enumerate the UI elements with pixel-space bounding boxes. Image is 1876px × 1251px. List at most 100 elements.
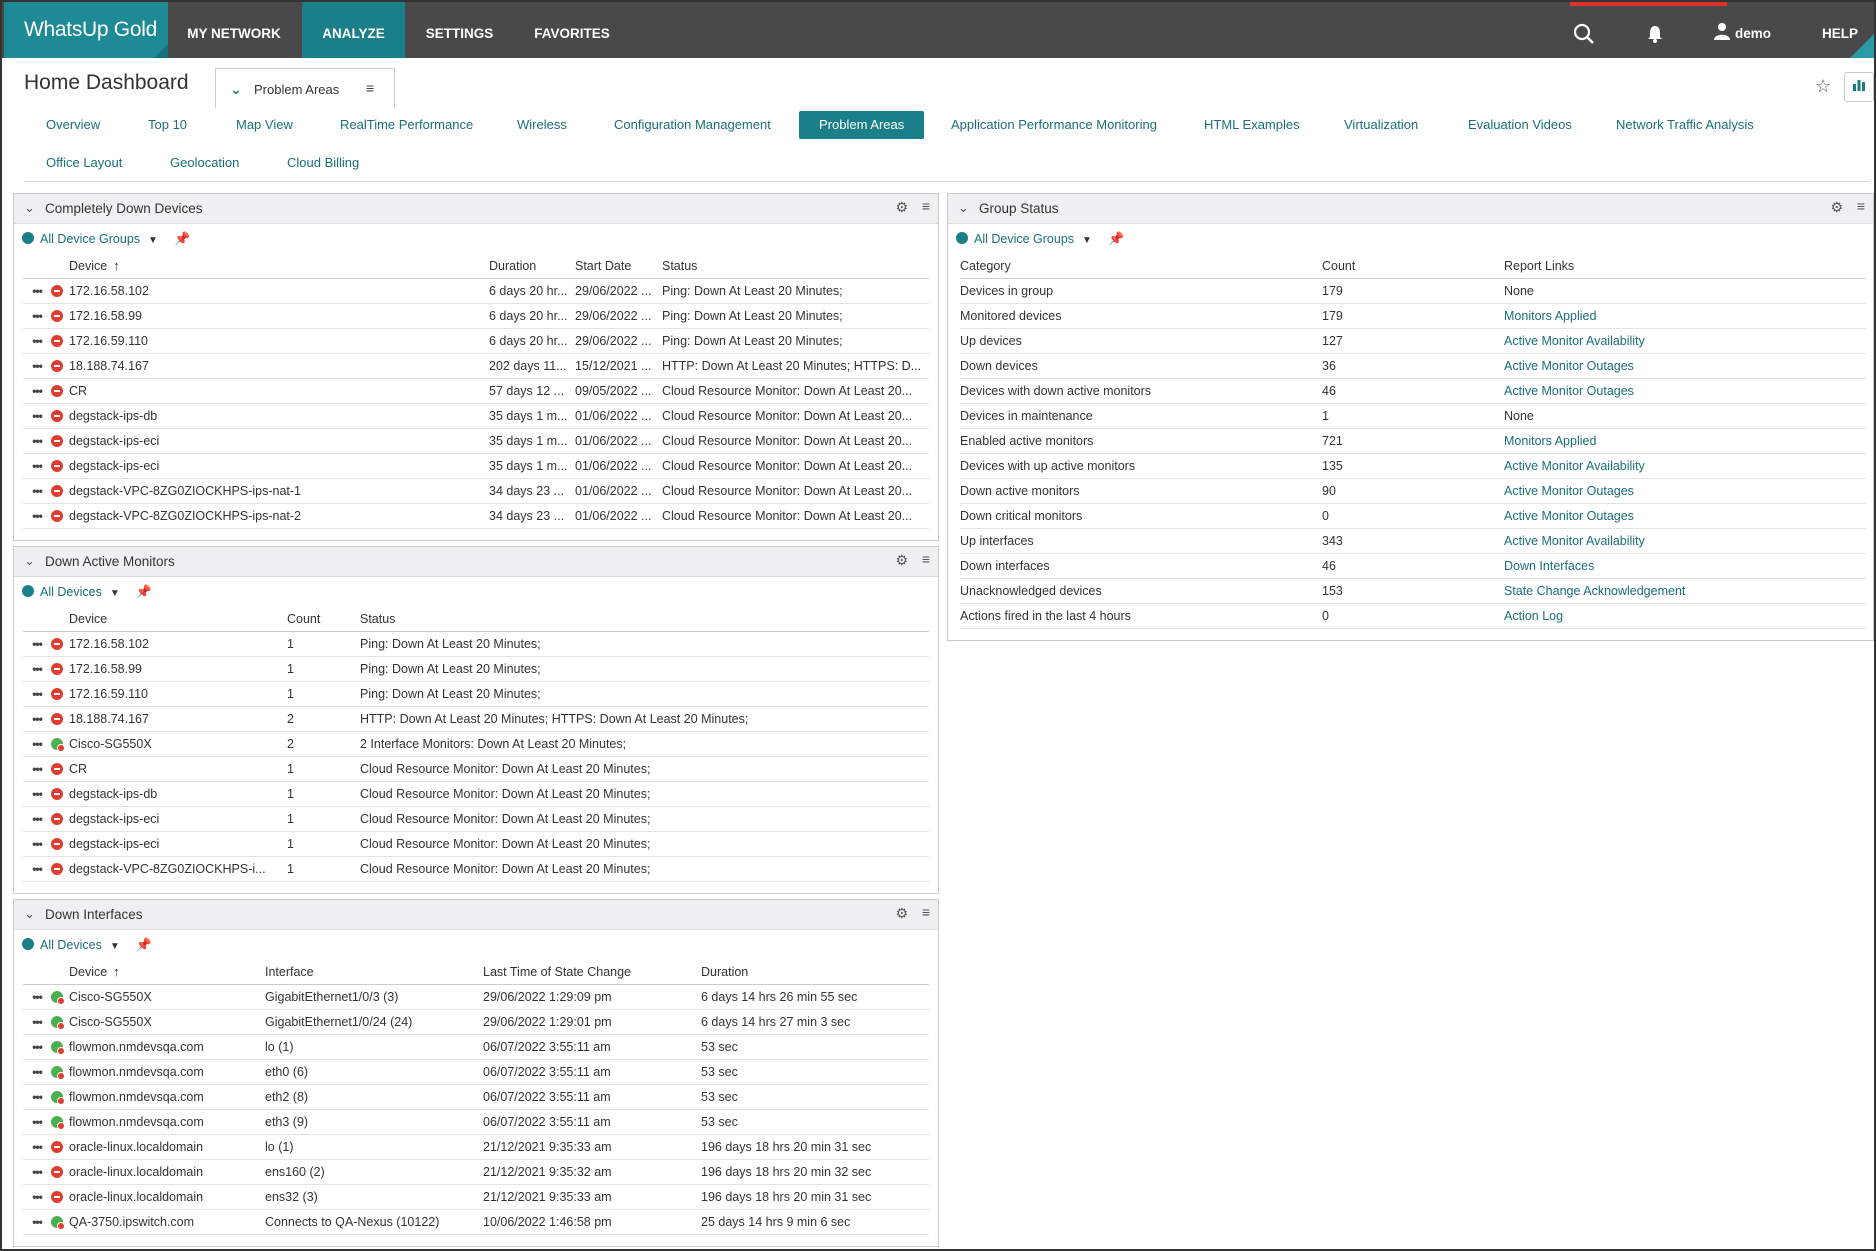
tab-evaluation-videos[interactable]: Evaluation Videos xyxy=(1448,111,1592,139)
gear-icon[interactable]: ⚙ xyxy=(895,552,908,569)
favorite-star-icon[interactable]: ☆ xyxy=(1815,76,1831,97)
row-actions-menu[interactable]: ••• xyxy=(23,353,51,379)
row-actions-menu[interactable]: ••• xyxy=(23,681,51,707)
table-row[interactable]: ••• degstack-VPC-8ZG0ZIOCKHPS-i... 1 Cloud … xyxy=(23,856,929,882)
user-menu[interactable]: demo xyxy=(1714,2,1771,58)
tab-network-traffic-analysis[interactable]: Network Traffic Analysis xyxy=(1596,111,1774,139)
row-actions-menu[interactable]: ••• xyxy=(23,1184,51,1210)
pin-icon[interactable]: 📌 xyxy=(1108,231,1124,246)
table-row[interactable]: ••• degstack-ips-db 1 Cloud Resource Monito… xyxy=(23,781,929,807)
collapse-chevron-icon[interactable]: ⌄ xyxy=(24,553,35,569)
tab-office-layout[interactable]: Office Layout xyxy=(26,149,142,177)
column-header-count[interactable]: Count xyxy=(1322,254,1504,279)
gear-icon[interactable]: ⚙ xyxy=(895,905,908,922)
column-header-last-change[interactable]: Last Time of State Change xyxy=(483,960,701,985)
menu-icon[interactable]: ≡ xyxy=(922,904,930,920)
row-actions-menu[interactable]: ••• xyxy=(23,378,51,404)
table-row[interactable]: ••• flowmon.nmdevsqa.com lo (1) 06/07/2022 … xyxy=(23,1034,929,1060)
report-link[interactable]: Down Interfaces xyxy=(1504,553,1866,579)
column-header-interface[interactable]: Interface xyxy=(265,960,483,985)
row-actions-menu[interactable]: ••• xyxy=(23,756,51,782)
row-actions-menu[interactable]: ••• xyxy=(23,1209,51,1235)
row-actions-menu[interactable]: ••• xyxy=(23,503,51,529)
device-filter[interactable]: All Devices ▼ 📌 xyxy=(22,937,152,955)
table-row[interactable]: ••• 172.16.58.102 1 Ping: Down At Least 20 … xyxy=(23,631,929,657)
table-row[interactable]: ••• 172.16.58.102 6 days 20 hr... 29/06/202… xyxy=(23,278,929,304)
row-actions-menu[interactable]: ••• xyxy=(23,1009,51,1035)
gear-icon[interactable]: ⚙ xyxy=(895,199,908,216)
row-actions-menu[interactable]: ••• xyxy=(23,856,51,882)
report-link[interactable]: Active Monitor Outages xyxy=(1504,478,1866,504)
row-actions-menu[interactable]: ••• xyxy=(23,706,51,732)
column-header-duration[interactable]: Duration xyxy=(489,254,575,279)
row-actions-menu[interactable]: ••• xyxy=(23,831,51,857)
nav-settings[interactable]: SETTINGS xyxy=(412,2,507,58)
app-logo[interactable]: WhatsUp Gold xyxy=(4,2,168,58)
device-group-filter[interactable]: All Device Groups ▼ 📌 xyxy=(22,231,190,249)
row-actions-menu[interactable]: ••• xyxy=(23,328,51,354)
table-row[interactable]: ••• flowmon.nmdevsqa.com eth3 (9) 06/07/202… xyxy=(23,1109,929,1135)
table-row[interactable]: ••• 18.188.74.167 2 HTTP: Down At Least 20 … xyxy=(23,706,929,732)
table-row[interactable]: ••• QA-3750.ipswitch.com Connects to QA-Ne… xyxy=(23,1209,929,1235)
table-row[interactable]: ••• oracle-linux.localdomain ens32 (3) 21/1… xyxy=(23,1184,929,1210)
column-header-device[interactable]: Device ↑ xyxy=(69,960,265,985)
table-row[interactable]: ••• CR 1 Cloud Resource Monitor: Down At Le… xyxy=(23,756,929,782)
row-actions-menu[interactable]: ••• xyxy=(23,781,51,807)
row-actions-menu[interactable]: ••• xyxy=(23,1059,51,1085)
table-row[interactable]: ••• 18.188.74.167 202 days 11... 15/12/2021… xyxy=(23,353,929,379)
table-row[interactable]: ••• 172.16.59.110 6 days 20 hr... 29/06/202… xyxy=(23,328,929,354)
row-actions-menu[interactable]: ••• xyxy=(23,1134,51,1160)
report-link[interactable]: Active Monitor Availability xyxy=(1504,328,1866,354)
dashboard-selector[interactable]: ⌄ Problem Areas ≡ xyxy=(215,68,395,108)
collapse-chevron-icon[interactable]: ⌄ xyxy=(24,200,35,216)
table-row[interactable]: ••• flowmon.nmdevsqa.com eth2 (8) 06/07/202… xyxy=(23,1084,929,1110)
report-link[interactable]: State Change Acknowledgement xyxy=(1504,578,1866,604)
report-link[interactable]: Active Monitor Availability xyxy=(1504,528,1866,554)
column-header-status[interactable]: Status xyxy=(360,607,929,632)
report-link[interactable]: Active Monitor Outages xyxy=(1504,378,1866,404)
report-link[interactable]: Monitors Applied xyxy=(1504,303,1866,329)
nav-analyze[interactable]: ANALYZE xyxy=(302,2,405,58)
table-row[interactable]: ••• oracle-linux.localdomain lo (1) 21/12/2… xyxy=(23,1134,929,1160)
row-actions-menu[interactable]: ••• xyxy=(23,806,51,832)
collapse-chevron-icon[interactable]: ⌄ xyxy=(958,200,969,216)
row-actions-menu[interactable]: ••• xyxy=(23,278,51,304)
tab-map-view[interactable]: Map View xyxy=(216,111,313,139)
tab-top-10[interactable]: Top 10 xyxy=(128,111,207,139)
row-actions-menu[interactable]: ••• xyxy=(23,478,51,504)
tab-problem-areas[interactable]: Problem Areas xyxy=(799,111,925,139)
table-row[interactable]: ••• degstack-VPC-8ZG0ZIOCKHPS-ips-nat-1 34… xyxy=(23,478,929,504)
device-filter[interactable]: All Devices ▼ 📌 xyxy=(22,584,152,602)
search-icon[interactable] xyxy=(1572,2,1596,58)
table-row[interactable]: ••• CR 57 days 12 ... 09/05/2022 ... Cloud R… xyxy=(23,378,929,404)
row-actions-menu[interactable]: ••• xyxy=(23,1084,51,1110)
report-link[interactable]: Active Monitor Outages xyxy=(1504,503,1866,529)
table-row[interactable]: ••• degstack-ips-eci 35 days 1 m... 01/06/2… xyxy=(23,428,929,454)
table-row[interactable]: ••• 172.16.59.110 1 Ping: Down At Least 20 … xyxy=(23,681,929,707)
report-link[interactable]: Action Log xyxy=(1504,603,1866,629)
tab-realtime-performance[interactable]: RealTime Performance xyxy=(320,111,493,139)
table-row[interactable]: ••• degstack-ips-eci 1 Cloud Resource Monit… xyxy=(23,806,929,832)
row-actions-menu[interactable]: ••• xyxy=(23,403,51,429)
pin-icon[interactable]: 📌 xyxy=(136,584,152,599)
tab-virtualization[interactable]: Virtualization xyxy=(1324,111,1438,139)
report-link[interactable]: Monitors Applied xyxy=(1504,428,1866,454)
device-group-filter[interactable]: All Device Groups ▼ 📌 xyxy=(956,231,1124,249)
tab-geolocation[interactable]: Geolocation xyxy=(150,149,259,177)
tab-configuration-management[interactable]: Configuration Management xyxy=(594,111,791,139)
tab-html-examples[interactable]: HTML Examples xyxy=(1184,111,1320,139)
table-row[interactable]: ••• degstack-VPC-8ZG0ZIOCKHPS-ips-nat-2 34… xyxy=(23,503,929,529)
row-actions-menu[interactable]: ••• xyxy=(23,731,51,757)
table-row[interactable]: ••• 172.16.58.99 1 Ping: Down At Least 20 M… xyxy=(23,656,929,682)
row-actions-menu[interactable]: ••• xyxy=(23,631,51,657)
row-actions-menu[interactable]: ••• xyxy=(23,984,51,1010)
row-actions-menu[interactable]: ••• xyxy=(23,1159,51,1185)
table-row[interactable]: ••• Cisco-SG550X 2 2 Interface Monitors: Do… xyxy=(23,731,929,757)
column-header-duration[interactable]: Duration xyxy=(701,960,929,985)
tab-application-performance-monitoring[interactable]: Application Performance Monitoring xyxy=(931,111,1177,139)
table-row[interactable]: ••• degstack-ips-eci 1 Cloud Resource Monit… xyxy=(23,831,929,857)
column-header-device[interactable]: Device ↑ xyxy=(69,254,489,279)
row-actions-menu[interactable]: ••• xyxy=(23,1034,51,1060)
table-row[interactable]: ••• 172.16.58.99 6 days 20 hr... 29/06/2022… xyxy=(23,303,929,329)
gear-icon[interactable]: ⚙ xyxy=(1830,199,1843,216)
